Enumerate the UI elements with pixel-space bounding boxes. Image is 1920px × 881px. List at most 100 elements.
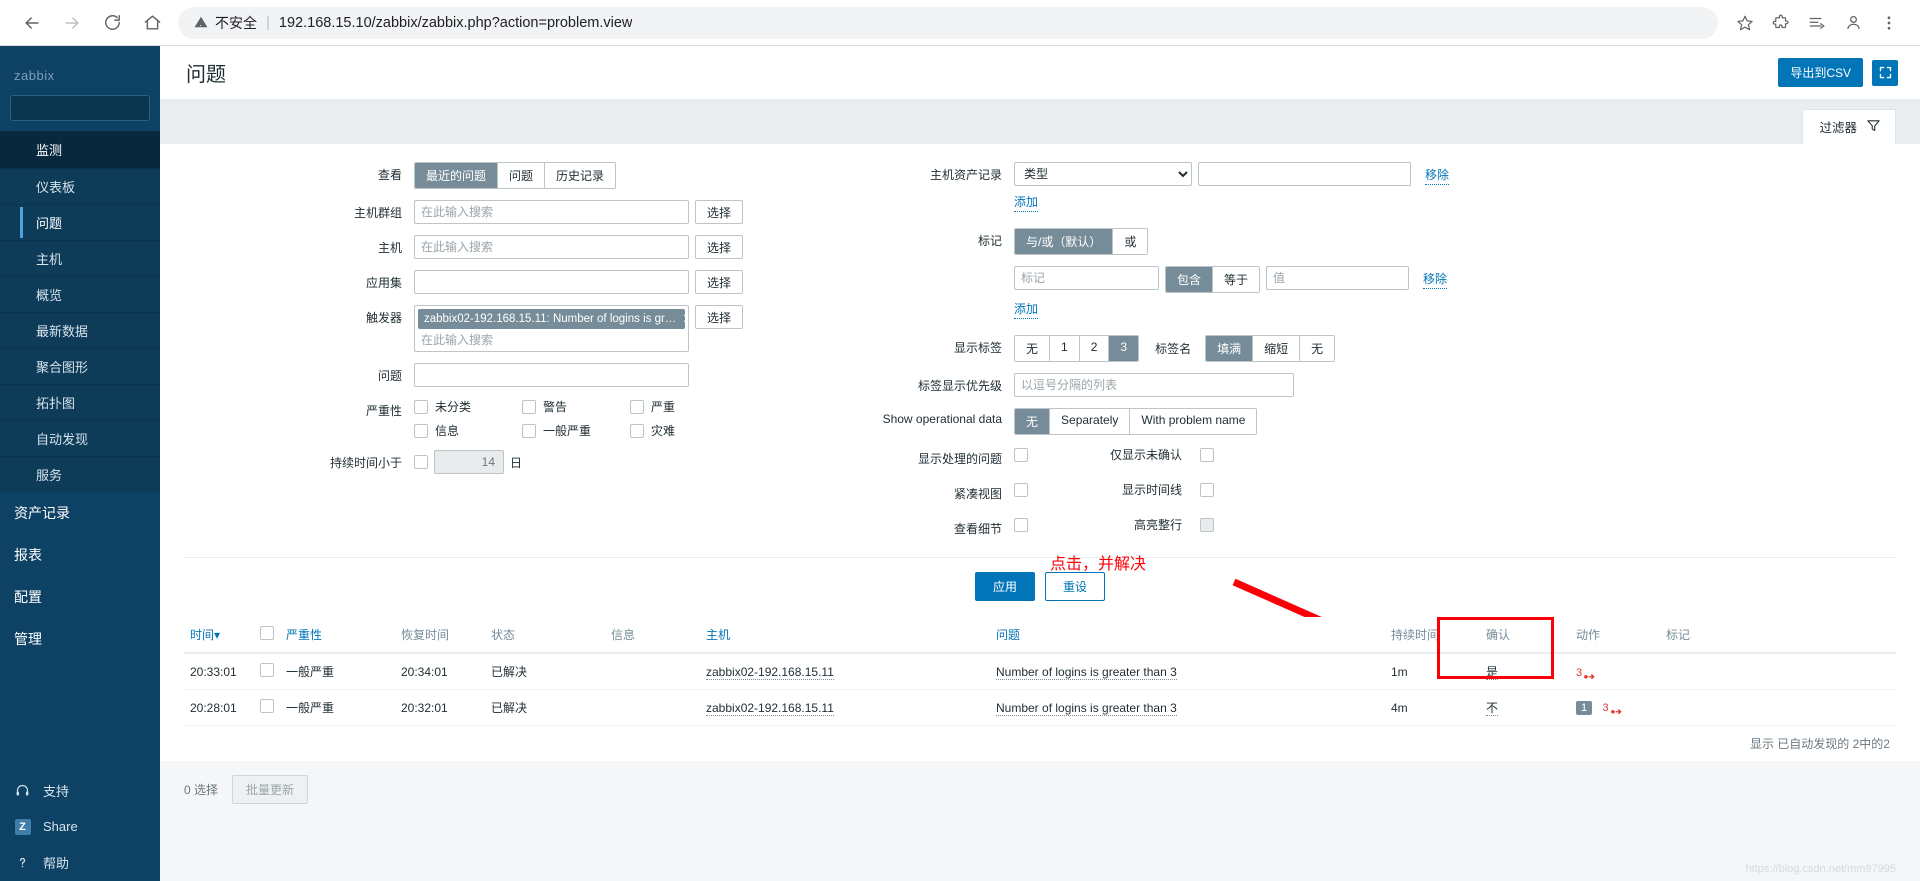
problem-link[interactable]: Number of logins is greater than 3 bbox=[996, 664, 1177, 680]
inventory-remove-link[interactable]: 移除 bbox=[1425, 166, 1450, 185]
trigger-input[interactable] bbox=[418, 329, 685, 351]
sidebar-item-inventory[interactable]: 资产记录 bbox=[0, 492, 160, 534]
host-link[interactable]: zabbix02-192.168.15.11 bbox=[706, 664, 834, 680]
hostgroup-select-button[interactable]: 选择 bbox=[695, 200, 744, 224]
cell-ack[interactable]: 不 bbox=[1480, 689, 1570, 726]
view-option-history[interactable]: 历史记录 bbox=[545, 163, 616, 188]
export-csv-button[interactable]: 导出到CSV bbox=[1778, 58, 1863, 87]
apply-button[interactable]: 应用 bbox=[974, 572, 1035, 601]
sidebar-item-support[interactable]: 支持 bbox=[0, 772, 160, 809]
problem-input[interactable] bbox=[414, 363, 689, 387]
select-all-checkbox[interactable] bbox=[260, 626, 274, 640]
sidebar-item-help[interactable]: 帮助 bbox=[0, 844, 160, 881]
tags-evaltype-andor[interactable]: 与/或（默认） bbox=[1015, 229, 1114, 254]
severity-checkbox-warning[interactable] bbox=[522, 399, 536, 414]
severity-checkbox-information[interactable] bbox=[414, 423, 428, 438]
cell-ack[interactable]: 是 bbox=[1480, 653, 1570, 690]
severity-checkbox-disaster[interactable] bbox=[630, 423, 644, 438]
inventory-field-select[interactable]: 类型 bbox=[1014, 162, 1192, 186]
show-timeline-checkbox[interactable] bbox=[1200, 482, 1214, 497]
show-tags-2[interactable]: 2 bbox=[1079, 336, 1110, 361]
appset-select-button[interactable]: 选择 bbox=[695, 270, 744, 294]
duration-days-input[interactable] bbox=[434, 450, 504, 474]
show-tags-3[interactable]: 3 bbox=[1109, 336, 1139, 361]
cell-host[interactable]: zabbix02-192.168.15.11 bbox=[700, 689, 990, 726]
opdata-with-problem-name[interactable]: With problem name bbox=[1130, 409, 1257, 434]
column-header-severity[interactable]: 严重性 bbox=[280, 617, 395, 654]
column-header-host[interactable]: 主机 bbox=[700, 617, 990, 654]
sidebar-search-input[interactable] bbox=[10, 95, 150, 121]
fullscreen-expand-icon[interactable] bbox=[1872, 59, 1898, 86]
tag-operator-contains[interactable]: 包含 bbox=[1166, 267, 1214, 292]
show-details-checkbox[interactable] bbox=[1014, 517, 1028, 532]
tag-name-input[interactable] bbox=[1014, 266, 1159, 290]
view-option-recent[interactable]: 最近的问题 bbox=[415, 163, 499, 188]
duration-checkbox[interactable] bbox=[414, 455, 428, 469]
cell-problem[interactable]: Number of logins is greater than 3 bbox=[990, 689, 1385, 726]
sidebar-item-latest-data[interactable]: 最新数据 bbox=[0, 312, 160, 348]
opdata-none[interactable]: 无 bbox=[1015, 409, 1051, 434]
profile-avatar-icon[interactable] bbox=[1836, 6, 1870, 40]
ack-link[interactable]: 是 bbox=[1486, 665, 1499, 680]
column-header-time[interactable]: 时间▾ bbox=[184, 617, 254, 654]
appset-input[interactable] bbox=[414, 270, 689, 294]
sidebar-item-discovery[interactable]: 自动发现 bbox=[0, 420, 160, 456]
show-tags-none[interactable]: 无 bbox=[1015, 336, 1051, 361]
collections-icon[interactable] bbox=[1800, 6, 1834, 40]
sidebar-item-problems[interactable]: 问题 bbox=[0, 204, 160, 240]
hostgroup-input[interactable] bbox=[414, 200, 689, 224]
show-tags-1[interactable]: 1 bbox=[1050, 336, 1080, 361]
close-icon[interactable]: ✕ bbox=[682, 312, 685, 325]
bookmark-star-icon[interactable] bbox=[1728, 6, 1762, 40]
three-dot-menu-icon[interactable] bbox=[1872, 6, 1906, 40]
cell-host[interactable]: zabbix02-192.168.15.11 bbox=[700, 653, 990, 690]
inventory-add-link[interactable]: 添加 bbox=[1014, 193, 1039, 212]
view-option-problems[interactable]: 问题 bbox=[498, 163, 546, 188]
column-header-problem[interactable]: 问题 bbox=[990, 617, 1385, 654]
inventory-value-input[interactable] bbox=[1198, 162, 1411, 186]
compact-view-checkbox[interactable] bbox=[1014, 482, 1028, 497]
sidebar-item-share[interactable]: Z Share bbox=[0, 809, 160, 844]
sidebar-item-services[interactable]: 服务 bbox=[0, 456, 160, 492]
tag-name-shortened[interactable]: 缩短 bbox=[1253, 336, 1301, 361]
severity-checkbox-unclassified[interactable] bbox=[414, 399, 428, 414]
sidebar-item-administration[interactable]: 管理 bbox=[0, 618, 160, 660]
host-select-button[interactable]: 选择 bbox=[695, 235, 744, 259]
table-row[interactable]: 20:33:01 一般严重 20:34:01 已解决 zabbix02-192.… bbox=[184, 653, 1896, 690]
tag-value-input[interactable] bbox=[1266, 266, 1410, 290]
sidebar-item-configuration[interactable]: 配置 bbox=[0, 576, 160, 618]
sidebar-item-hosts[interactable]: 主机 bbox=[0, 240, 160, 276]
show-suppressed-checkbox[interactable] bbox=[1014, 447, 1028, 462]
address-bar[interactable]: 不安全 | 192.168.15.10/zabbix/zabbix.php?ac… bbox=[178, 6, 1718, 39]
filter-tab[interactable]: 过滤器 bbox=[1802, 109, 1896, 144]
host-input[interactable] bbox=[414, 235, 689, 259]
opdata-separately[interactable]: Separately bbox=[1050, 409, 1131, 434]
trigger-selected-chip[interactable]: zabbix02-192.168.15.11: Number of logins… bbox=[418, 309, 685, 329]
tags-evaltype-or[interactable]: 或 bbox=[1113, 229, 1148, 254]
tag-name-none[interactable]: 无 bbox=[1300, 336, 1335, 361]
sidebar-item-reports[interactable]: 报表 bbox=[0, 534, 160, 576]
tag-operator-equals[interactable]: 等于 bbox=[1213, 267, 1260, 292]
row-checkbox[interactable] bbox=[260, 699, 274, 713]
table-row[interactable]: 20:28:01 一般严重 20:32:01 已解决 zabbix02-192.… bbox=[184, 689, 1896, 726]
trigger-select-button[interactable]: 选择 bbox=[695, 305, 744, 329]
puzzle-extensions-icon[interactable] bbox=[1764, 6, 1798, 40]
sidebar-item-overview[interactable]: 概览 bbox=[0, 276, 160, 312]
row-checkbox[interactable] bbox=[260, 663, 274, 677]
tag-priority-input[interactable] bbox=[1014, 373, 1294, 397]
tag-name-full[interactable]: 填满 bbox=[1206, 336, 1254, 361]
sidebar-section-monitoring[interactable]: 监测 bbox=[0, 131, 160, 168]
reload-icon[interactable] bbox=[94, 5, 130, 41]
severity-checkbox-high[interactable] bbox=[630, 399, 644, 414]
ack-link[interactable]: 不 bbox=[1486, 701, 1499, 716]
home-icon[interactable] bbox=[134, 5, 170, 41]
tag-add-link[interactable]: 添加 bbox=[1014, 300, 1039, 319]
sidebar-item-maps[interactable]: 拓扑图 bbox=[0, 384, 160, 420]
severity-checkbox-average[interactable] bbox=[522, 423, 536, 438]
trigger-multiselect[interactable]: zabbix02-192.168.15.11: Number of logins… bbox=[414, 305, 689, 352]
problem-link[interactable]: Number of logins is greater than 3 bbox=[996, 700, 1177, 716]
unack-only-checkbox[interactable] bbox=[1200, 447, 1214, 462]
host-link[interactable]: zabbix02-192.168.15.11 bbox=[706, 700, 834, 716]
sidebar-item-dashboard[interactable]: 仪表板 bbox=[0, 168, 160, 204]
back-arrow-icon[interactable] bbox=[14, 5, 50, 41]
